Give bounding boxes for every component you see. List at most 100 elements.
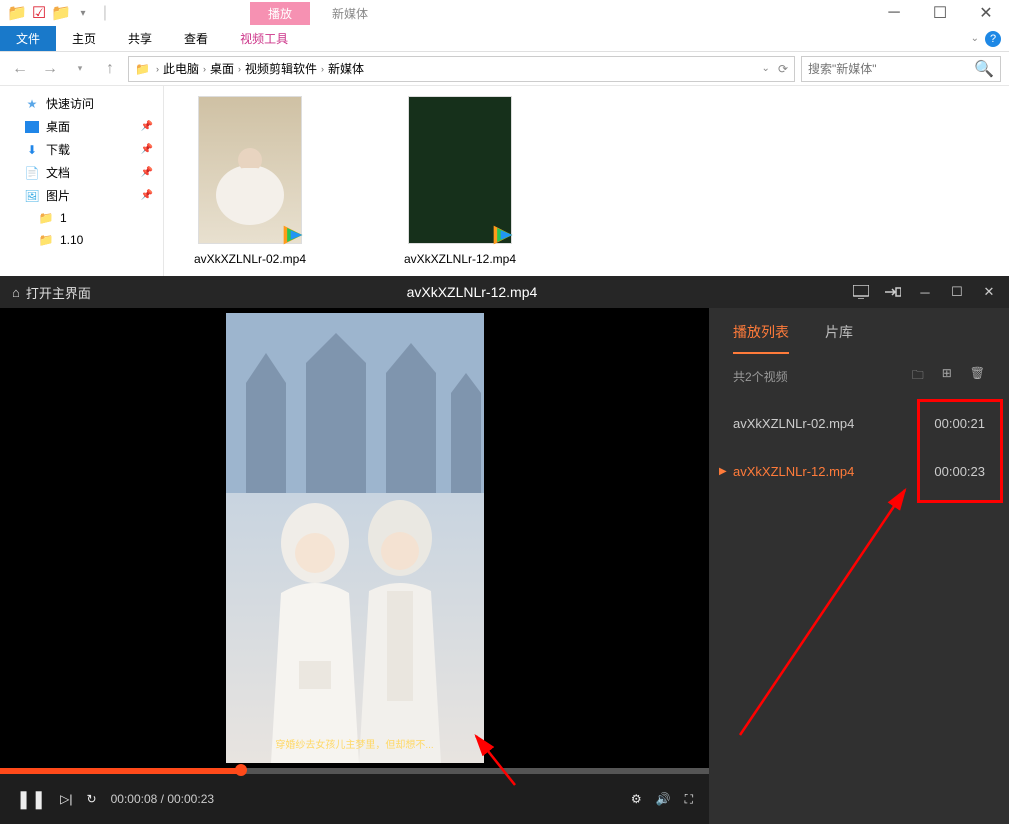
thumbnail-content bbox=[210, 110, 290, 230]
nav-pictures[interactable]: 🖼 图片 📌 bbox=[0, 184, 163, 207]
quick-access-toolbar: 📁 ☑ 📁 ▾ | bbox=[0, 4, 114, 22]
fullscreen-icon[interactable]: ⛶ bbox=[685, 792, 693, 807]
breadcrumb[interactable]: 📁 › 此电脑 › 桌面 › 视频剪辑软件 › 新媒体 ⌄ ⟳ bbox=[128, 56, 795, 82]
breadcrumb-item[interactable]: 视频剪辑软件 bbox=[245, 60, 317, 77]
save-icon[interactable]: ☑ bbox=[30, 4, 48, 22]
open-main-ui-button[interactable]: ⌂ 打开主界面 bbox=[12, 283, 91, 302]
volume-icon[interactable]: 🔊 bbox=[656, 792, 671, 806]
breadcrumb-item[interactable]: 此电脑 bbox=[163, 60, 199, 77]
pin-icon: 📌 bbox=[141, 190, 153, 201]
settings-icon[interactable]: ⚙ bbox=[631, 792, 642, 806]
file-item[interactable]: avXkXZLNLr-02.mp4 bbox=[180, 96, 320, 266]
video-area[interactable]: 穿婚纱去女孩儿主梦里，但却想不... bbox=[0, 308, 709, 768]
back-button[interactable]: ← bbox=[8, 57, 32, 81]
video-background bbox=[226, 313, 484, 493]
tencent-video-icon bbox=[279, 221, 307, 249]
pictures-icon: 🖼 bbox=[24, 188, 40, 204]
maximize-button[interactable]: ☐ bbox=[949, 284, 965, 300]
file-name: avXkXZLNLr-02.mp4 bbox=[194, 252, 306, 266]
desktop-icon bbox=[25, 121, 39, 133]
next-button[interactable]: ▷| bbox=[60, 792, 72, 806]
minimize-button[interactable]: ─ bbox=[917, 284, 933, 300]
tab-library[interactable]: 片库 bbox=[825, 322, 853, 354]
file-area: avXkXZLNLr-02.mp4 avXkXZLNLr-12.mp4 bbox=[164, 86, 1009, 276]
playing-indicator-icon: ▶ bbox=[719, 466, 727, 477]
chevron-right-icon: › bbox=[156, 64, 159, 74]
up-button[interactable]: ↑ bbox=[98, 57, 122, 81]
recent-dropdown[interactable]: ▾ bbox=[68, 57, 92, 81]
video-thumbnail bbox=[198, 96, 302, 244]
minimize-button[interactable]: ─ bbox=[871, 0, 917, 26]
navigation-pane: ★快速访问 桌面📌 ⬇下载📌 📄文档📌 🖼图片📌 📁1 📁1.10 bbox=[0, 86, 164, 276]
nav-label: 1 bbox=[60, 211, 67, 225]
nav-folder-1[interactable]: 📁1 bbox=[0, 207, 163, 229]
search-box[interactable]: 🔍 bbox=[801, 56, 1001, 82]
ribbon-tab-video-tools[interactable]: 视频工具 bbox=[224, 26, 304, 51]
nav-label: 文档 bbox=[46, 164, 70, 181]
folder-icon: 📁 bbox=[38, 210, 54, 226]
folder-icon: 📁 bbox=[38, 232, 54, 248]
pin-icon: 📌 bbox=[141, 144, 153, 155]
search-input[interactable] bbox=[808, 62, 974, 76]
folder-icon: 📁 bbox=[135, 62, 150, 76]
star-icon: ★ bbox=[24, 96, 40, 112]
playlist-item-name: avXkXZLNLr-12.mp4 bbox=[733, 464, 854, 479]
add-icon[interactable]: ⊞ bbox=[942, 366, 952, 387]
playlist-item-name: avXkXZLNLr-02.mp4 bbox=[733, 416, 854, 431]
folder-icon[interactable]: 📁 bbox=[52, 4, 70, 22]
address-bar-row: ← → ▾ ↑ 📁 › 此电脑 › 桌面 › 视频剪辑软件 › 新媒体 ⌄ ⟳ … bbox=[0, 52, 1009, 86]
video-frame: 穿婚纱去女孩儿主梦里，但却想不... bbox=[226, 313, 484, 763]
nav-label: 桌面 bbox=[46, 118, 70, 135]
chevron-right-icon: › bbox=[238, 64, 241, 74]
nav-label: 图片 bbox=[46, 187, 70, 204]
ribbon-expand-icon[interactable]: ⌄ bbox=[971, 33, 979, 44]
nav-label: 下载 bbox=[46, 141, 70, 158]
seek-handle[interactable] bbox=[235, 764, 247, 776]
chevron-right-icon: › bbox=[321, 64, 324, 74]
playlist-tabs: 播放列表 片库 bbox=[709, 308, 1009, 354]
address-dropdown-icon[interactable]: ⌄ bbox=[762, 63, 770, 74]
forward-button[interactable]: → bbox=[38, 57, 62, 81]
maximize-button[interactable]: ☐ bbox=[917, 0, 963, 26]
pin-icon: 📌 bbox=[141, 121, 153, 132]
nav-documents[interactable]: 📄文档📌 bbox=[0, 161, 163, 184]
cast-icon[interactable] bbox=[853, 284, 869, 300]
video-subtitle: 穿婚纱去女孩儿主梦里，但却想不... bbox=[275, 736, 433, 751]
ribbon-tab-file[interactable]: 文件 bbox=[0, 26, 56, 51]
player-controls: ❚❚ ▷| ↻ 00:00:08 / 00:00:23 ⚙ 🔊 ⛶ bbox=[0, 774, 709, 824]
refresh-icon[interactable]: ⟳ bbox=[778, 62, 788, 76]
playlist-toolbar: 共2个视频 🗀 ⊞ 🗑 bbox=[709, 354, 1009, 399]
tab-playlist[interactable]: 播放列表 bbox=[733, 322, 789, 354]
ribbon-tab-share[interactable]: 共享 bbox=[112, 26, 168, 51]
delete-icon[interactable]: 🗑 bbox=[970, 366, 985, 387]
play-context-tab[interactable]: 播放 bbox=[250, 2, 310, 25]
file-item[interactable]: avXkXZLNLr-12.mp4 bbox=[390, 96, 530, 266]
nav-quick-access[interactable]: ★ 快速访问 bbox=[0, 92, 163, 115]
time-total: 00:00:23 bbox=[167, 792, 214, 806]
help-icon[interactable]: ? bbox=[985, 31, 1001, 47]
close-button[interactable]: ✕ bbox=[981, 284, 997, 300]
pip-icon[interactable] bbox=[885, 284, 901, 300]
search-icon[interactable]: 🔍 bbox=[974, 59, 994, 79]
ribbon-tab-home[interactable]: 主页 bbox=[56, 26, 112, 51]
qat-dropdown-icon[interactable]: ▾ bbox=[74, 4, 92, 22]
seek-bar[interactable] bbox=[0, 768, 709, 774]
nav-downloads[interactable]: ⬇下载📌 bbox=[0, 138, 163, 161]
breadcrumb-item[interactable]: 桌面 bbox=[210, 60, 234, 77]
player-title-bar: ⌂ 打开主界面 avXkXZLNLr-12.mp4 ─ ☐ ✕ bbox=[0, 276, 1009, 308]
time-current: 00:00:08 bbox=[111, 792, 158, 806]
content-row: ★快速访问 桌面📌 ⬇下载📌 📄文档📌 🖼图片📌 📁1 📁1.10 avXkXZ… bbox=[0, 86, 1009, 276]
nav-desktop[interactable]: 桌面 📌 bbox=[0, 115, 163, 138]
close-button[interactable]: ✕ bbox=[963, 0, 1009, 26]
folder-icon[interactable]: 📁 bbox=[8, 4, 26, 22]
open-folder-icon[interactable]: 🗀 bbox=[912, 366, 924, 387]
loop-button[interactable]: ↻ bbox=[87, 792, 97, 806]
playlist-panel: 播放列表 片库 共2个视频 🗀 ⊞ 🗑 avXkXZLNLr-02.mp4 00… bbox=[709, 308, 1009, 824]
nav-label: 快速访问 bbox=[46, 95, 94, 112]
ribbon-tab-view[interactable]: 查看 bbox=[168, 26, 224, 51]
breadcrumb-item[interactable]: 新媒体 bbox=[328, 60, 364, 77]
playlist-count: 共2个视频 bbox=[733, 368, 788, 385]
nav-folder-110[interactable]: 📁1.10 bbox=[0, 229, 163, 251]
pause-button[interactable]: ❚❚ bbox=[16, 789, 46, 810]
video-player-window: ⌂ 打开主界面 avXkXZLNLr-12.mp4 ─ ☐ ✕ bbox=[0, 276, 1009, 824]
